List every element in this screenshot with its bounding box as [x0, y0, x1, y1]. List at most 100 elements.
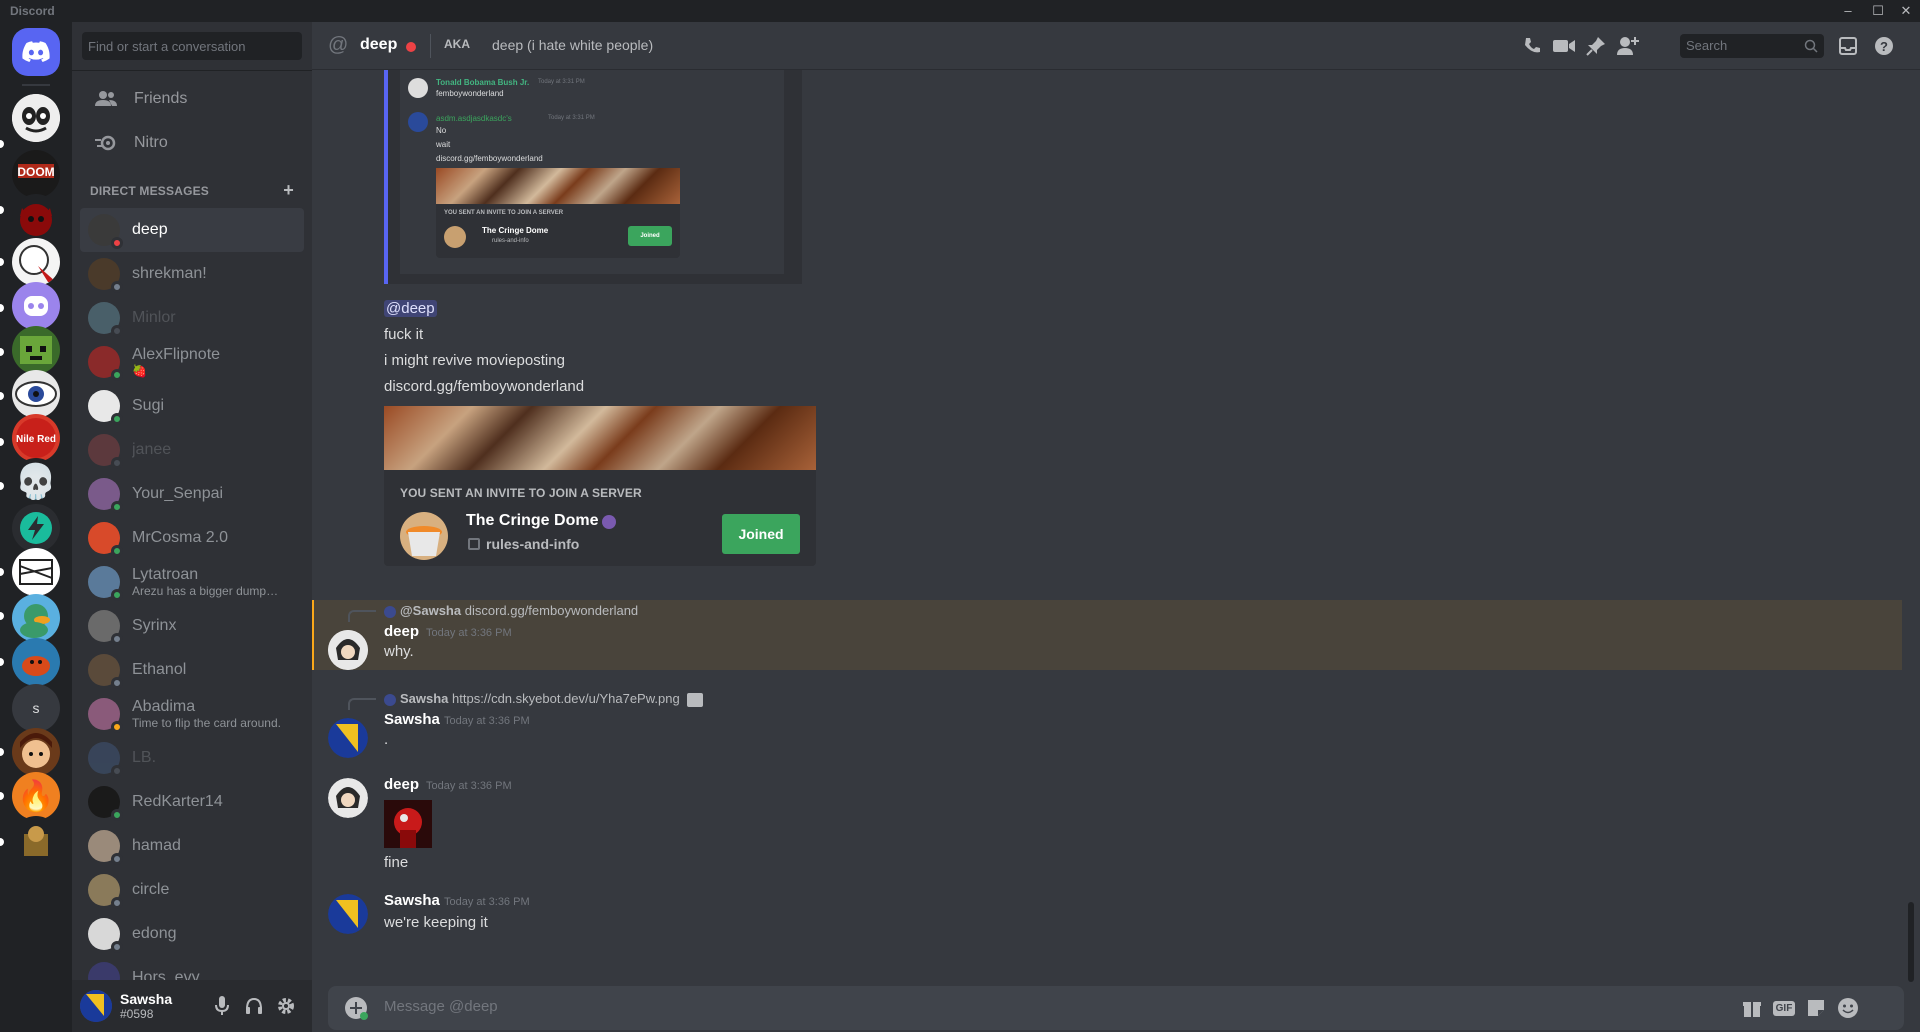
user-mention[interactable]: @deep: [384, 300, 437, 317]
close-button[interactable]: ✕: [1896, 2, 1916, 20]
direct-messages-header: DIRECT MESSAGES +: [90, 180, 294, 202]
find-conversation-button[interactable]: Find or start a conversation: [82, 32, 302, 60]
server-icon-5[interactable]: [12, 282, 60, 330]
server-icon-crab[interactable]: [12, 638, 60, 686]
invite-channel-name: rules-and-info: [486, 536, 580, 552]
dm-text: circle: [132, 881, 169, 899]
microphone-icon[interactable]: [210, 994, 234, 1018]
dm-item[interactable]: janee: [80, 428, 304, 472]
server-icon-skull[interactable]: 💀: [12, 458, 60, 506]
server-icon-s[interactable]: s: [12, 684, 60, 732]
image-attachment[interactable]: Tonald Bobama Bush Jr. Today at 3:31 PM …: [384, 70, 802, 284]
dm-list: deep shrekman! Minlor AlexFlipnote 🍓 Sugi jane…: [80, 208, 304, 1000]
server-icon-last[interactable]: [12, 816, 60, 864]
server-icon-doom[interactable]: DOOM: [12, 150, 60, 198]
message-scrollbar[interactable]: [1908, 902, 1914, 982]
dm-item[interactable]: Ethanol: [80, 648, 304, 692]
gift-icon[interactable]: [1740, 996, 1764, 1020]
invite-header: YOU SENT AN INVITE TO JOIN A SERVER: [400, 486, 642, 500]
message-avatar[interactable]: [328, 778, 368, 818]
minimize-button[interactable]: –: [1838, 2, 1858, 20]
dm-item[interactable]: MrCosma 2.0: [80, 516, 304, 560]
reply-spine: [348, 610, 376, 622]
help-icon[interactable]: ?: [1872, 34, 1896, 58]
dm-item[interactable]: deep: [80, 208, 304, 252]
server-icon-bolt[interactable]: [12, 504, 60, 552]
skull-icon: 💀: [14, 463, 58, 501]
dm-item[interactable]: RedKarter14: [80, 780, 304, 824]
dnd-status-icon: [406, 42, 416, 52]
server-icon-1[interactable]: [12, 94, 60, 142]
dm-item[interactable]: Abadima Time to flip the card around.: [80, 692, 304, 736]
dm-text: janee: [132, 441, 171, 459]
dm-avatar: [88, 610, 123, 645]
reply-preview[interactable]: @Sawsha discord.gg/femboywonderland: [384, 603, 638, 618]
dm-name: Your_Senpai: [132, 485, 224, 502]
dm-custom-status: Arezu has a bigger dumpy ...: [132, 584, 282, 598]
message-input[interactable]: Message @deep: [384, 998, 498, 1015]
message-text: we're keeping it: [384, 914, 488, 931]
home-button[interactable]: [12, 28, 60, 76]
dm-item[interactable]: LB.: [80, 736, 304, 780]
create-dm-icon[interactable]: +: [283, 180, 294, 201]
mini-invite-head: YOU SENT AN INVITE TO JOIN A SERVER: [444, 210, 564, 216]
dm-name: LB.: [132, 749, 157, 766]
joined-button[interactable]: Joined: [722, 514, 800, 554]
inbox-icon[interactable]: [1836, 34, 1860, 58]
dm-avatar: [88, 214, 123, 249]
nav-nitro[interactable]: Nitro: [80, 122, 304, 164]
dm-item[interactable]: Minlor: [80, 296, 304, 340]
headphones-icon[interactable]: [242, 994, 266, 1018]
server-icon-3[interactable]: [12, 194, 60, 242]
dm-item[interactable]: Your_Senpai: [80, 472, 304, 516]
server-icon-nilered[interactable]: Nile Red: [12, 414, 60, 462]
sticker-icon[interactable]: [1804, 996, 1828, 1020]
dm-item[interactable]: Syrinx: [80, 604, 304, 648]
message-list: Tonald Bobama Bush Jr. Today at 3:31 PM …: [312, 70, 1902, 978]
nav-friends[interactable]: Friends: [80, 78, 304, 120]
message-author[interactable]: Sawsha: [384, 711, 440, 728]
server-icon-anime[interactable]: [12, 728, 60, 776]
message-composer: Message @deep GIF: [328, 986, 1904, 1030]
reply-preview[interactable]: Sawsha https://cdn.skyebot.dev/u/Yha7ePw…: [384, 691, 704, 707]
status-indicator-icon: [111, 281, 123, 293]
dm-item[interactable]: Sugi: [80, 384, 304, 428]
image-attachment[interactable]: [384, 800, 432, 848]
message-author[interactable]: Sawsha: [384, 892, 440, 909]
server-icon-eye[interactable]: [12, 370, 60, 418]
user-avatar[interactable]: [80, 990, 112, 1022]
message-avatar[interactable]: [328, 718, 368, 758]
server-icon-fire[interactable]: 🔥: [12, 772, 60, 820]
invite-server-name[interactable]: The Cringe Dome: [466, 512, 598, 530]
message-avatar[interactable]: [328, 630, 368, 670]
search-input[interactable]: Search: [1680, 34, 1824, 58]
server-icon-6[interactable]: [12, 326, 60, 374]
dm-custom-status: Time to flip the card around.: [132, 716, 281, 730]
add-friends-to-dm-icon[interactable]: [1616, 34, 1640, 58]
mini-server-name: The Cringe Dome: [482, 226, 549, 235]
dm-item[interactable]: hamad: [80, 824, 304, 868]
doom-logo-icon: DOOM: [17, 164, 55, 179]
message-avatar[interactable]: [328, 894, 368, 934]
voice-call-icon[interactable]: [1520, 34, 1544, 58]
message-author[interactable]: deep: [384, 623, 419, 640]
mini-invite-banner: [436, 168, 680, 204]
video-call-icon[interactable]: [1552, 34, 1576, 58]
dm-item[interactable]: Lytatroan Arezu has a bigger dumpy ...: [80, 560, 304, 604]
dm-item[interactable]: circle: [80, 868, 304, 912]
maximize-button[interactable]: ☐: [1868, 2, 1888, 20]
dm-item[interactable]: AlexFlipnote 🍓: [80, 340, 304, 384]
server-icon-sketch[interactable]: [12, 548, 60, 596]
dm-item[interactable]: shrekman!: [80, 252, 304, 296]
pinned-messages-icon[interactable]: [1584, 34, 1608, 58]
upload-plus-icon[interactable]: [344, 996, 368, 1020]
dm-item[interactable]: edong: [80, 912, 304, 956]
server-icon-4[interactable]: [12, 238, 60, 286]
emoji-icon[interactable]: [1836, 996, 1860, 1020]
gif-icon[interactable]: GIF: [1772, 996, 1796, 1020]
friends-icon: [94, 87, 118, 111]
settings-gear-icon[interactable]: [274, 994, 298, 1018]
message-author[interactable]: deep: [384, 776, 419, 793]
message-text: why.: [384, 643, 414, 660]
server-icon-duck[interactable]: [12, 594, 60, 642]
